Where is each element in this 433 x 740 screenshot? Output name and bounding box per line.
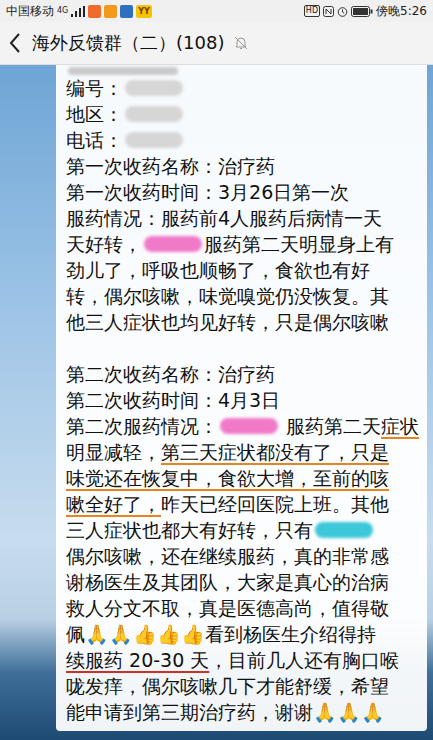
message-line: 服药情况：服药前4人服药后病情一天: [66, 205, 419, 231]
message-text: ，目前几人还有胸口喉: [209, 647, 399, 673]
message-text: 转，偶尔咳嗽，味觉嗅觉仍没恢复。其: [66, 283, 389, 309]
app-notification-icon: [104, 5, 117, 18]
message-text: 昨天已经回医院上班。其他: [161, 491, 389, 517]
redaction-mark: [125, 80, 183, 96]
redaction-mark: [220, 418, 278, 434]
message-line: [66, 65, 419, 75]
message-text: 服药第二天明显身上有: [204, 231, 394, 257]
mute-bell-icon: [234, 36, 248, 50]
message-line: 第二次收药时间：4月3日: [66, 387, 419, 413]
message-text: 三人症状也都大有好转，只有: [66, 517, 313, 543]
status-bar: 中国移动4G YY HD 傍晚5:26: [0, 0, 433, 22]
redaction-mark: [125, 132, 183, 148]
network-type: 4G: [57, 7, 68, 15]
hd-badge: HD: [304, 5, 320, 17]
redaction-mark: [68, 67, 178, 75]
message-text: 谢杨医生及其团队，大家是真心的治病: [66, 569, 389, 595]
message-line: 电话：: [66, 127, 419, 153]
message-line: 编号：: [66, 75, 419, 101]
battery-icon: [351, 6, 373, 17]
message-text: 地区：: [66, 101, 123, 127]
message-text: 服药情况：服药前4人服药后病情一天: [66, 205, 382, 231]
message-line: 第二次收药名称：治疗药: [66, 361, 419, 387]
message-text: 第二次收药时间：4月3日: [66, 387, 280, 413]
message-line: 嗽全好了，昨天已经回医院上班。其他: [66, 491, 419, 517]
app-notification-icon: [88, 5, 101, 18]
message-text: 嗽全好了，: [66, 491, 161, 517]
app-notification-icon: [120, 5, 133, 18]
message-line: 续服药 20-30 天，目前几人还有胸口喉: [66, 647, 419, 673]
message-text: 佩🙏🙏👍👍👍看到杨医生介绍得持: [66, 621, 376, 647]
message-text: 第三天症状都没有了，只是: [161, 439, 389, 465]
redaction-mark: [315, 522, 373, 538]
message-text: 第二次收药名称：治疗药: [66, 361, 275, 387]
status-right: HD 傍晚5:26: [304, 3, 427, 20]
message-text: 咙发痒，偶尔咳嗽几下才能舒缓，希望: [66, 673, 389, 699]
message-text: 编号：: [66, 75, 123, 101]
message-text: 天好转，: [66, 231, 142, 257]
title-bar: 海外反馈群（二）(108): [0, 22, 433, 65]
message-text: 劲儿了，呼吸也顺畅了，食欲也有好: [66, 257, 370, 283]
message-line: 能申请到第三期治疗药，谢谢🙏🙏🙏: [66, 699, 419, 725]
message-line: 他三人症状也均见好转，只是偶尔咳嗽: [66, 309, 419, 335]
message-line: 劲儿了，呼吸也顺畅了，食欲也有好: [66, 257, 419, 283]
message-text: 电话：: [66, 127, 123, 153]
message-text: 他三人症状也均见好转，只是偶尔咳嗽: [66, 309, 389, 335]
back-icon[interactable]: [8, 32, 22, 54]
message-line: 谢杨医生及其团队，大家是真心的治病: [66, 569, 419, 595]
message-text: 明显减轻，: [66, 439, 161, 465]
message-line: 第二次服药情况： 服药第二天症状: [66, 413, 419, 439]
message-text: 症状: [381, 413, 419, 439]
message-line: 味觉还在恢复中，食欲大增，至前的咳: [66, 465, 419, 491]
carrier: 中国移动: [6, 3, 54, 20]
message-text: 第一次收药时间：3月26日第一次: [66, 179, 349, 205]
chat-title: 海外反馈群（二）(108): [32, 31, 224, 55]
yy-app-icon: YY: [136, 5, 152, 18]
message-line: 地区：: [66, 101, 419, 127]
message-line: 转，偶尔咳嗽，味觉嗅觉仍没恢复。其: [66, 283, 419, 309]
redaction-mark: [125, 106, 183, 122]
message-line: 佩🙏🙏👍👍👍看到杨医生介绍得持: [66, 621, 419, 647]
clock: 傍晚5:26: [376, 3, 427, 20]
message-text: 味觉还在恢复中，食欲大增，至前的咳: [66, 465, 389, 491]
nfc-icon: [323, 6, 334, 17]
message-line: 明显减轻，第三天症状都没有了，只是: [66, 439, 419, 465]
message-line: 救人分文不取，真是医德高尚，值得敬: [66, 595, 419, 621]
message-line: 偶尔咳嗽，还在继续服药，真的非常感: [66, 543, 419, 569]
message-line: 咙发痒，偶尔咳嗽几下才能舒缓，希望: [66, 673, 419, 699]
message-line: 天好转， 服药第二天明显身上有: [66, 231, 419, 257]
status-left: 中国移动4G YY: [6, 3, 152, 20]
redaction-mark: [144, 236, 202, 252]
message-text: 偶尔咳嗽，还在继续服药，真的非常感: [66, 543, 389, 569]
message-text: 续服药 20-30 天: [66, 647, 209, 673]
alarm-icon: [337, 6, 348, 17]
chat-content: 编号：地区：电话：第一次收药名称：治疗药第一次收药时间：3月26日第一次服药情况…: [0, 65, 433, 740]
message-text: 服药第二天: [280, 413, 381, 439]
message-text: 第二次服药情况：: [66, 413, 218, 439]
message-line: 第一次收药时间：3月26日第一次: [66, 179, 419, 205]
message-text: 第一次收药名称：治疗药: [66, 153, 275, 179]
message-line: 第一次收药名称：治疗药: [66, 153, 419, 179]
message-card: 编号：地区：电话：第一次收药名称：治疗药第一次收药时间：3月26日第一次服药情况…: [56, 65, 427, 731]
message-text: 能申请到第三期治疗药，谢谢🙏🙏🙏: [66, 699, 385, 725]
signal-icon: [71, 6, 85, 17]
message-text: 救人分文不取，真是医德高尚，值得敬: [66, 595, 389, 621]
message-line: 三人症状也都大有好转，只有: [66, 517, 419, 543]
